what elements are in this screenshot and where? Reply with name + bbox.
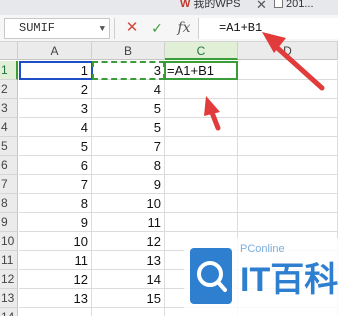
cell-b1[interactable]: 3 xyxy=(92,61,165,80)
row-header-8[interactable]: 8 xyxy=(0,194,18,213)
cell-d2[interactable] xyxy=(238,80,338,99)
cell-b7[interactable]: 9 xyxy=(92,175,165,194)
cell-b2[interactable]: 4 xyxy=(92,80,165,99)
row-header-12[interactable]: 12 xyxy=(0,270,18,289)
row-header-13[interactable]: 13 xyxy=(0,289,18,308)
cell-b3[interactable]: 5 xyxy=(92,99,165,118)
watermark-site-label: PConline xyxy=(240,243,285,255)
cell-b4[interactable]: 5 xyxy=(92,118,165,137)
select-all-corner[interactable] xyxy=(0,42,18,60)
cell-b8[interactable]: 10 xyxy=(92,194,165,213)
cell-a14[interactable] xyxy=(19,308,92,316)
cell-b14[interactable] xyxy=(92,308,165,316)
cell-b10[interactable]: 12 xyxy=(92,232,165,251)
watermark-brand-label: IT百科 xyxy=(240,261,338,299)
row-header-3[interactable]: 3 xyxy=(0,99,18,118)
chevron-down-icon[interactable]: ▼ xyxy=(100,20,105,39)
cell-d4[interactable] xyxy=(238,118,338,137)
column-header-b[interactable]: B xyxy=(92,42,165,60)
row-header-11[interactable]: 11 xyxy=(0,251,18,270)
cell-a12[interactable]: 12 xyxy=(19,270,92,289)
insert-function-button[interactable]: fx xyxy=(175,19,193,37)
column-header-c[interactable]: C xyxy=(165,42,238,60)
row-header-1[interactable]: 1 xyxy=(0,61,18,80)
row-header-7[interactable]: 7 xyxy=(0,175,18,194)
column-header-d[interactable]: D xyxy=(238,42,338,60)
tab-my-wps-label: 我的WPS xyxy=(193,0,241,10)
formula-bar: SUMIF ▼ ✕ ✓ fx =A1+B1 xyxy=(0,15,338,42)
close-tab-icon[interactable]: ✕ xyxy=(256,0,267,14)
cell-d6[interactable] xyxy=(238,156,338,175)
cell-c7[interactable] xyxy=(165,175,238,194)
cell-c1[interactable]: =A1+B1 xyxy=(165,61,238,80)
row-header-2[interactable]: 2 xyxy=(0,80,18,99)
cell-d8[interactable] xyxy=(238,194,338,213)
search-magnifier-logo-icon xyxy=(190,248,232,304)
cell-b5[interactable]: 7 xyxy=(92,137,165,156)
cell-a5[interactable]: 5 xyxy=(19,137,92,156)
row-header-10[interactable]: 10 xyxy=(0,232,18,251)
cell-a1[interactable]: 1 xyxy=(19,61,92,80)
cell-c9[interactable] xyxy=(165,213,238,232)
cell-d1[interactable] xyxy=(238,61,338,80)
cell-a7[interactable]: 7 xyxy=(19,175,92,194)
cell-b12[interactable]: 14 xyxy=(92,270,165,289)
cell-d7[interactable] xyxy=(238,175,338,194)
column-header-a[interactable]: A xyxy=(18,42,92,60)
document-icon xyxy=(274,0,283,8)
cell-a3[interactable]: 3 xyxy=(19,99,92,118)
row-header-6[interactable]: 6 xyxy=(0,156,18,175)
tab-my-wps[interactable]: W 我的WPS xyxy=(180,0,240,13)
name-box[interactable]: SUMIF ▼ xyxy=(4,18,110,39)
row-header-14[interactable]: 14 xyxy=(0,308,18,316)
tab-document[interactable]: 201... xyxy=(274,0,314,13)
cell-a4[interactable]: 4 xyxy=(19,118,92,137)
cell-c4[interactable] xyxy=(165,118,238,137)
row-header-5[interactable]: 5 xyxy=(0,137,18,156)
cell-c3[interactable] xyxy=(165,99,238,118)
formula-bar-divider xyxy=(114,18,115,39)
cell-a8[interactable]: 8 xyxy=(19,194,92,213)
cell-b11[interactable]: 13 xyxy=(92,251,165,270)
cell-a9[interactable]: 9 xyxy=(19,213,92,232)
formula-input[interactable]: =A1+B1 xyxy=(198,18,338,39)
cell-c6[interactable] xyxy=(165,156,238,175)
document-tab-strip: W 我的WPS ✕ 201... xyxy=(0,0,338,15)
cell-d9[interactable] xyxy=(238,213,338,232)
row-header-9[interactable]: 9 xyxy=(0,213,18,232)
cell-c8[interactable] xyxy=(165,194,238,213)
cell-c5[interactable] xyxy=(165,137,238,156)
cell-d5[interactable] xyxy=(238,137,338,156)
cancel-formula-button[interactable]: ✕ xyxy=(123,19,141,37)
tab-document-label: 201... xyxy=(286,0,314,10)
name-box-value: SUMIF xyxy=(19,21,56,35)
cell-a2[interactable]: 2 xyxy=(19,80,92,99)
cell-a10[interactable]: 10 xyxy=(19,232,92,251)
cell-c2[interactable] xyxy=(165,80,238,99)
pconline-watermark: PConline IT百科 xyxy=(184,238,338,316)
row-header-4[interactable]: 4 xyxy=(0,118,18,137)
cell-b9[interactable]: 11 xyxy=(92,213,165,232)
accept-formula-button[interactable]: ✓ xyxy=(148,19,166,37)
cell-a6[interactable]: 6 xyxy=(19,156,92,175)
wps-logo-icon: W xyxy=(180,0,191,10)
cell-b13[interactable]: 15 xyxy=(92,289,165,308)
cell-a11[interactable]: 11 xyxy=(19,251,92,270)
cell-b6[interactable]: 8 xyxy=(92,156,165,175)
cell-a13[interactable]: 13 xyxy=(19,289,92,308)
cell-d3[interactable] xyxy=(238,99,338,118)
